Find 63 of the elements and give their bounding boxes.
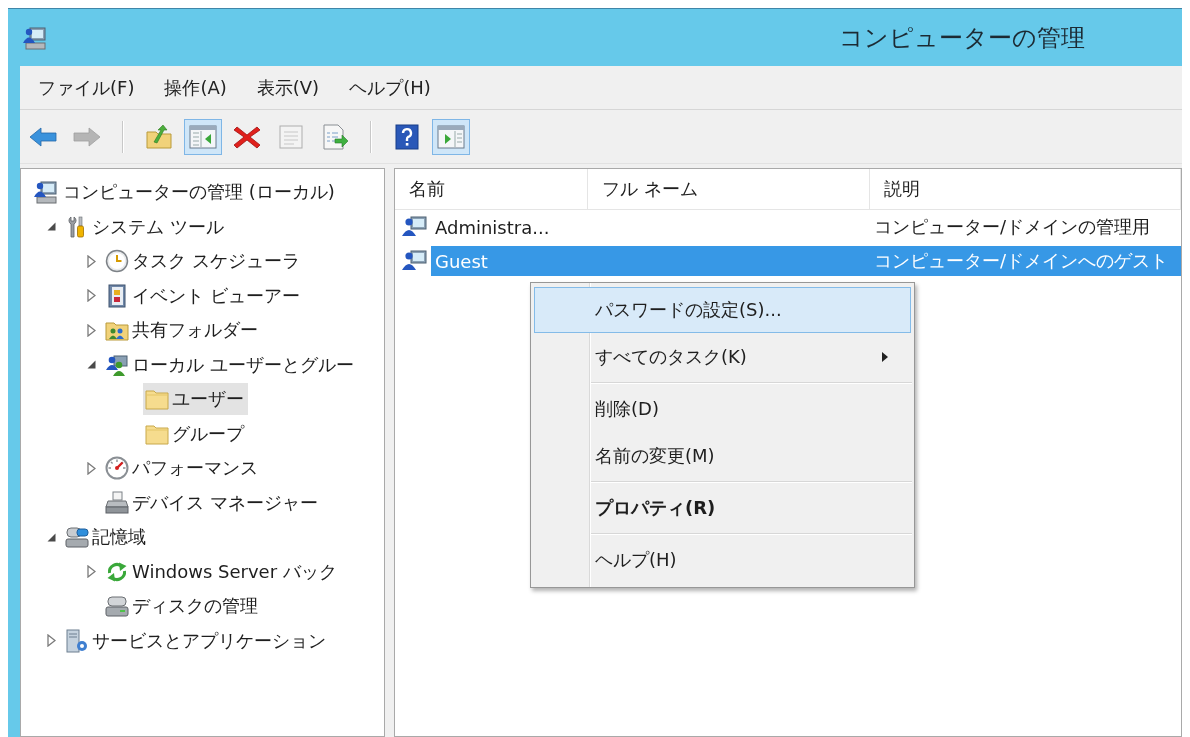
table-cell-text: Administra... xyxy=(434,216,551,238)
tree-item[interactable]: システム ツール xyxy=(63,210,228,243)
menu-item[interactable]: 操作(A) xyxy=(149,71,242,104)
expander-icon[interactable] xyxy=(86,254,96,268)
user-icon xyxy=(401,249,427,273)
table-row[interactable]: Administra... コンピューター/ドメインの管理用 xyxy=(431,212,1181,242)
printer-icon xyxy=(105,490,129,515)
folder-icon xyxy=(145,387,169,412)
tree-item[interactable]: ディスクの管理 xyxy=(103,590,262,623)
table-cell-text: Guest xyxy=(434,250,489,272)
tree-item[interactable]: Windows Server バック xyxy=(103,555,341,588)
menu-item[interactable]: ヘルプ(H) xyxy=(334,71,446,104)
computer-user-icon xyxy=(22,25,46,50)
context-menu-item[interactable]: すべてのタスク(K) xyxy=(534,334,911,380)
column-header[interactable]: フル ネーム xyxy=(588,169,870,209)
context-menu-item[interactable]: プロパティ(R) xyxy=(534,485,911,531)
column-header[interactable]: 説明 xyxy=(870,169,1181,209)
pane-layout-icon xyxy=(189,123,217,150)
user-icon xyxy=(401,215,427,239)
context-menu-item[interactable]: 削除(D) xyxy=(534,386,911,432)
expander-icon[interactable] xyxy=(86,461,96,475)
expander-icon[interactable] xyxy=(86,289,96,303)
context-menu-item[interactable]: ヘルプ(H) xyxy=(534,537,911,583)
tree-item[interactable]: ユーザー xyxy=(143,383,248,416)
pane-layout-icon xyxy=(437,123,465,150)
gauge-icon xyxy=(105,456,129,481)
tree-item[interactable]: タスク スケジューラ xyxy=(103,245,304,278)
document-icon xyxy=(277,123,305,150)
clock-icon xyxy=(105,249,129,274)
tree-item[interactable]: ローカル ユーザーとグルー xyxy=(103,348,358,381)
expander-icon[interactable] xyxy=(86,323,96,337)
log-book-icon xyxy=(105,283,129,308)
menu-item[interactable]: ファイル(F) xyxy=(23,71,150,104)
expander-icon[interactable] xyxy=(46,634,56,648)
tree-item[interactable]: コンピューターの管理 (ローカル) xyxy=(31,176,339,209)
tree-item[interactable]: パフォーマンス xyxy=(103,452,262,485)
users-icon xyxy=(105,352,129,377)
expander-icon[interactable] xyxy=(86,565,96,579)
column-header[interactable]: 名前 xyxy=(395,169,588,209)
tree-item[interactable]: 共有フォルダー xyxy=(103,314,262,347)
expander-icon[interactable] xyxy=(86,360,96,370)
window-title: コンピューターの管理 xyxy=(839,22,1085,54)
table-cell-text: コンピューター/ドメインの管理用 xyxy=(873,215,1152,239)
forward-arrow-icon xyxy=(73,124,101,149)
storage-icon xyxy=(65,525,89,550)
back-arrow-icon xyxy=(29,124,57,149)
tree-item[interactable]: イベント ビューアー xyxy=(103,279,304,312)
server-gear-icon xyxy=(65,628,89,653)
expander-icon[interactable] xyxy=(46,532,56,542)
folder-up-icon xyxy=(145,123,173,150)
help-icon xyxy=(394,123,420,150)
computer-user-icon xyxy=(33,180,57,205)
context-menu-item[interactable]: 名前の変更(M) xyxy=(534,433,911,479)
export-list-icon xyxy=(321,123,349,150)
tree-item[interactable]: 記憶域 xyxy=(63,521,150,554)
tree-item[interactable]: デバイス マネージャー xyxy=(103,486,322,519)
disk-drive-icon xyxy=(105,594,129,619)
context-menu-item[interactable]: パスワードの設定(S)... xyxy=(534,287,911,333)
tree-item[interactable]: グループ xyxy=(143,417,248,450)
tree-item[interactable]: サービスとアプリケーション xyxy=(63,624,330,657)
expander-icon[interactable] xyxy=(46,222,56,232)
table-cell-text: コンピューター/ドメインへのゲスト xyxy=(873,249,1170,273)
menu-item[interactable]: 表示(V) xyxy=(241,71,335,104)
